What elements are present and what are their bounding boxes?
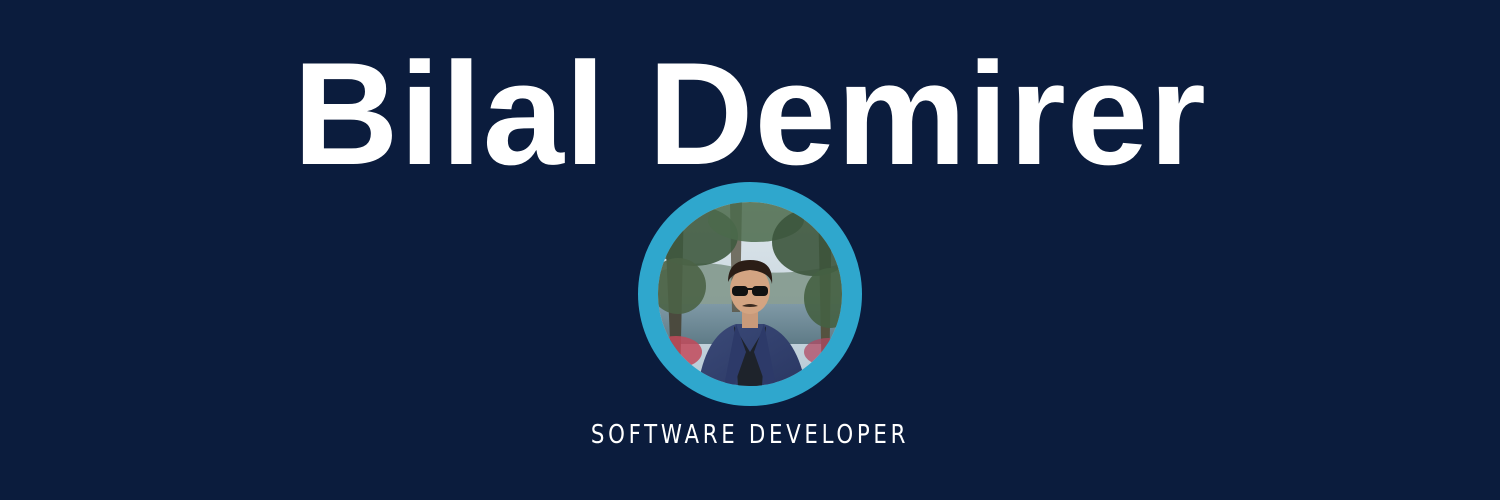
- avatar: [658, 202, 842, 386]
- profile-role: SOFTWARE DEVELOPER: [590, 420, 910, 450]
- profile-name: Bilal Demirer: [293, 32, 1207, 195]
- avatar-image: [658, 202, 842, 386]
- profile-banner: Bilal Demirer SOFTWARE DEVELOPER: [0, 0, 1500, 500]
